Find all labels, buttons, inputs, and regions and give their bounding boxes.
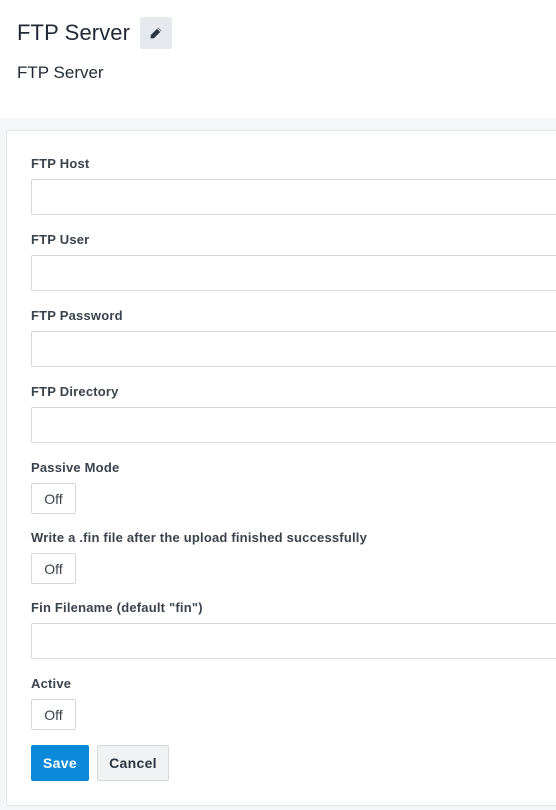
cancel-button[interactable]: Cancel: [97, 745, 169, 781]
ftp-user-input[interactable]: [31, 255, 556, 291]
active-field: Active Off: [31, 676, 76, 730]
pencil-icon: [150, 27, 162, 39]
page-header: FTP Server FTP Server: [0, 0, 556, 118]
write-fin-toggle[interactable]: Off: [31, 553, 76, 584]
write-fin-label: Write a .fin file after the upload finis…: [31, 530, 368, 545]
user-label: FTP User: [31, 232, 90, 247]
passive-mode-field: Passive Mode Off: [31, 460, 120, 514]
password-field: FTP Password: [31, 308, 556, 367]
title-row: FTP Server: [17, 17, 173, 49]
passive-mode-label: Passive Mode: [31, 460, 120, 475]
password-label: FTP Password: [31, 308, 123, 323]
page-subtitle: FTP Server: [17, 63, 104, 82]
active-toggle[interactable]: Off: [31, 699, 76, 730]
active-label: Active: [31, 676, 72, 691]
fin-filename-input[interactable]: [31, 623, 556, 659]
host-field: FTP Host: [31, 156, 556, 215]
ftp-directory-input[interactable]: [31, 407, 556, 443]
passive-mode-toggle[interactable]: Off: [31, 483, 76, 514]
directory-field: FTP Directory: [31, 384, 556, 443]
ftp-host-input[interactable]: [31, 179, 556, 215]
page-title: FTP Server: [17, 20, 131, 45]
edit-title-button[interactable]: [140, 17, 173, 49]
directory-label: FTP Directory: [31, 384, 119, 399]
fin-filename-field: Fin Filename (default "fin"): [31, 600, 556, 659]
write-fin-field: Write a .fin file after the upload finis…: [31, 530, 368, 584]
user-field: FTP User: [31, 232, 556, 291]
save-button[interactable]: Save: [31, 745, 89, 781]
fin-filename-label: Fin Filename (default "fin"): [31, 600, 203, 615]
ftp-settings-form: FTP Host FTP User FTP Password FTP Direc…: [6, 130, 556, 806]
ftp-password-input[interactable]: [31, 331, 556, 367]
host-label: FTP Host: [31, 156, 90, 171]
